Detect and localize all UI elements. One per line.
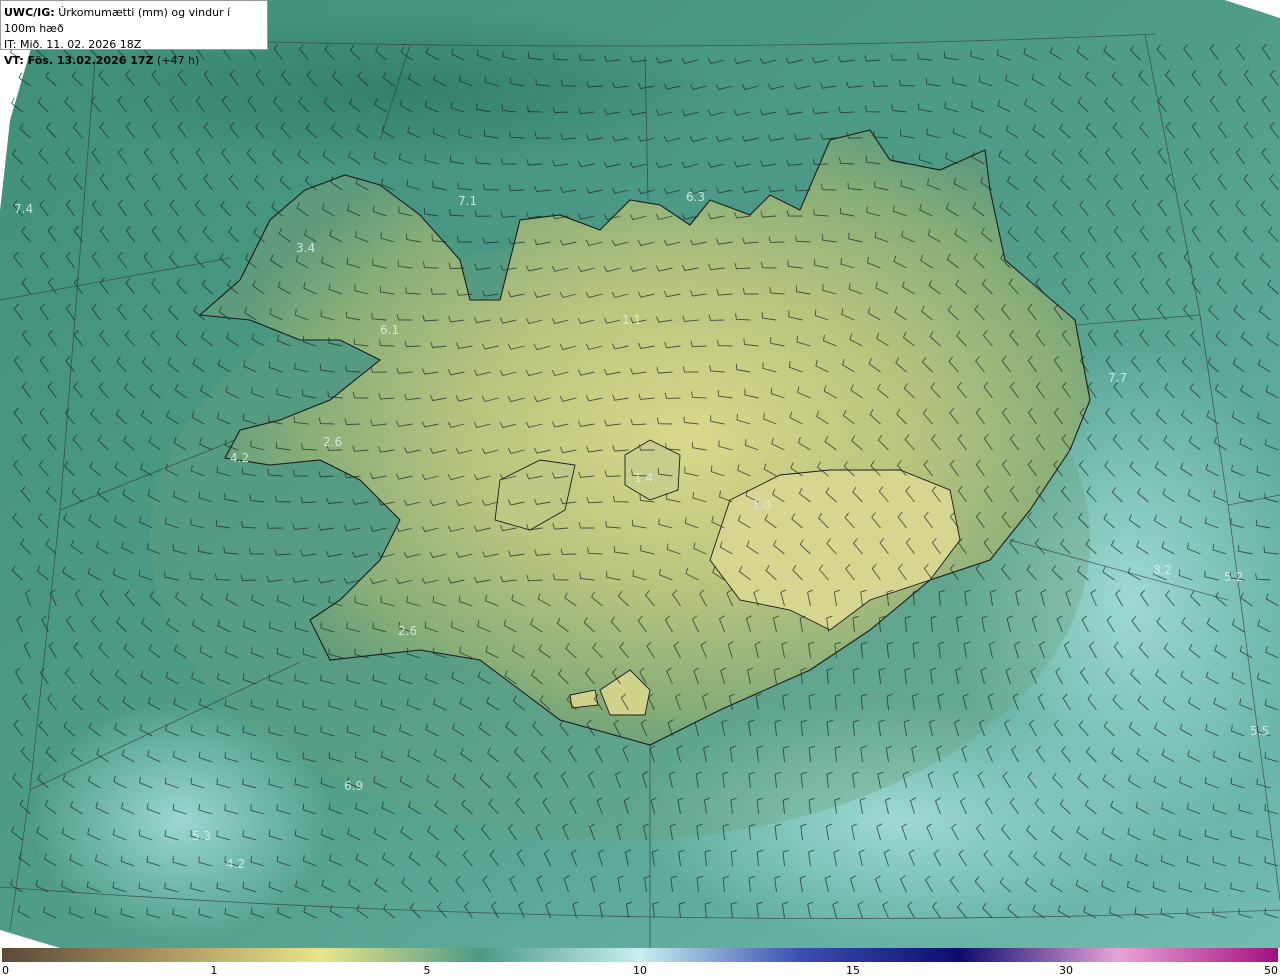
initial-time: IT: Mið. 11. 02. 2026 18Z (4, 38, 142, 51)
colorbar-tick: 50 (1264, 964, 1278, 977)
map-value-label: 1.4 (634, 471, 653, 485)
map-value-label: 6.3 (686, 190, 705, 204)
colorbar-tick: 1 (210, 964, 218, 977)
map-value-label: 2.6 (398, 624, 417, 638)
map-value-label: 4.2 (230, 451, 249, 465)
map-value-label: 6.1 (380, 323, 399, 337)
map-value-label: 8.2 (1153, 563, 1172, 577)
map-title-box: UWC/IG: Úrkomumætti (mm) og vindur í 100… (0, 0, 268, 67)
valid-time: VT: Fös. 13.02.2026 17Z (4, 54, 154, 67)
map-value-label: 5.2 (1224, 570, 1243, 584)
precipitation-colorbar: 0 1 5 10 15 30 50 (0, 948, 1280, 978)
model-name: UWC/IG: (4, 6, 55, 19)
colorbar-tick: 5 (423, 964, 431, 977)
colorbar-tick: 10 (633, 964, 647, 977)
map-value-label: 7.4 (14, 202, 33, 216)
map-value-label: 4.2 (226, 857, 245, 871)
map-value-label: 5.3 (192, 829, 211, 843)
colorbar-tick: 15 (846, 964, 860, 977)
map-value-label: 5.5 (1250, 724, 1269, 738)
map-value-label: 3.4 (296, 241, 315, 255)
colorbar-gradient (2, 948, 1278, 962)
title-line: UWC/IG: Úrkomumætti (mm) og vindur í 100… (4, 5, 264, 37)
map-value-label: 2.6 (323, 435, 342, 449)
precipitation-wind-map: 7.4 7.1 6.3 3.4 6.1 1.1 7.7 2.6 4.2 1.4 … (0, 0, 1280, 948)
map-value-label: 7.7 (1108, 371, 1127, 385)
colorbar-tick: 30 (1059, 964, 1073, 977)
map-value-label: 1.0 (752, 498, 771, 512)
valid-offset: (+47 h) (157, 54, 200, 67)
map-value-label: 6.9 (344, 779, 363, 793)
colorbar-tick: 0 (2, 964, 9, 977)
valid-time-line: VT: Fös. 13.02.2026 17Z (+47 h) (4, 53, 264, 69)
map-value-label: 1.1 (622, 313, 641, 327)
map-value-label: 7.1 (458, 194, 477, 208)
